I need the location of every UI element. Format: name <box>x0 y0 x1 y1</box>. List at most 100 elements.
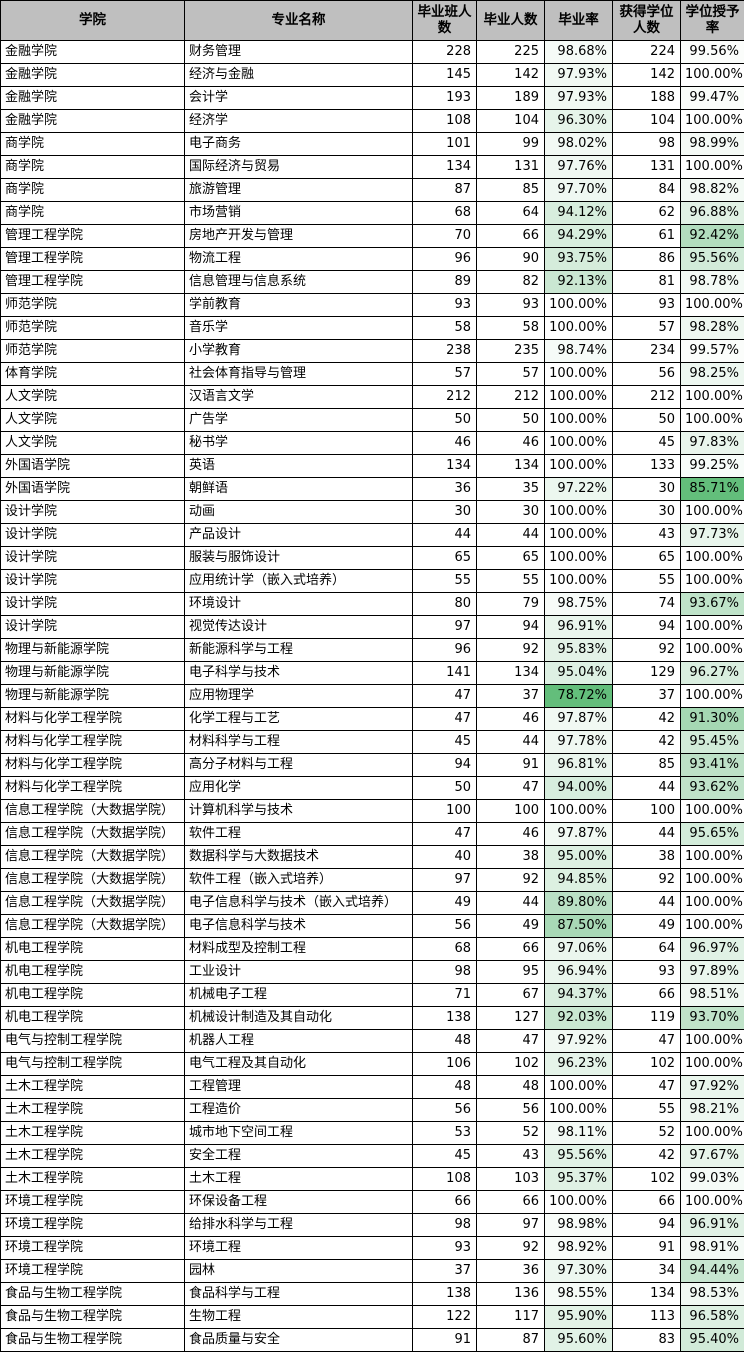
cell-graduation-rate: 96.81% <box>545 754 613 777</box>
cell-degree-count: 45 <box>613 432 681 455</box>
cell-major: 土木工程 <box>185 1168 413 1191</box>
cell-graduate-count: 85 <box>477 179 545 202</box>
cell-degree-award-rate: 100.00% <box>681 409 744 432</box>
cell-degree-award-rate: 100.00% <box>681 1030 744 1053</box>
cell-graduate-count: 134 <box>477 455 545 478</box>
cell-college: 金融学院 <box>1 87 185 110</box>
cell-degree-count: 102 <box>613 1053 681 1076</box>
cell-major: 机器人工程 <box>185 1030 413 1053</box>
cell-graduate-count: 46 <box>477 432 545 455</box>
cell-major: 应用统计学（嵌入式培养） <box>185 570 413 593</box>
cell-college: 土木工程学院 <box>1 1099 185 1122</box>
cell-college: 管理工程学院 <box>1 248 185 271</box>
cell-graduation-rate: 97.76% <box>545 156 613 179</box>
cell-graduating-class-count: 37 <box>413 1260 477 1283</box>
cell-graduating-class-count: 48 <box>413 1030 477 1053</box>
cell-graduating-class-count: 98 <box>413 961 477 984</box>
cell-college: 机电工程学院 <box>1 984 185 1007</box>
cell-degree-count: 224 <box>613 41 681 64</box>
cell-graduation-rate: 94.00% <box>545 777 613 800</box>
cell-major: 环境工程 <box>185 1237 413 1260</box>
cell-college: 金融学院 <box>1 64 185 87</box>
cell-graduating-class-count: 98 <box>413 1214 477 1237</box>
cell-degree-award-rate: 97.83% <box>681 432 744 455</box>
cell-degree-award-rate: 99.03% <box>681 1168 744 1191</box>
cell-degree-count: 134 <box>613 1283 681 1306</box>
cell-graduate-count: 46 <box>477 708 545 731</box>
cell-degree-count: 47 <box>613 1030 681 1053</box>
cell-degree-award-rate: 100.00% <box>681 386 744 409</box>
cell-graduation-rate: 96.91% <box>545 616 613 639</box>
cell-degree-award-rate: 95.65% <box>681 823 744 846</box>
cell-graduation-rate: 95.60% <box>545 1329 613 1352</box>
cell-degree-count: 94 <box>613 1214 681 1237</box>
table-row: 商学院电子商务1019998.02%9898.99% <box>1 133 744 156</box>
cell-graduation-rate: 94.37% <box>545 984 613 1007</box>
table-row: 设计学院服装与服饰设计6565100.00%65100.00% <box>1 547 744 570</box>
cell-college: 土木工程学院 <box>1 1145 185 1168</box>
cell-degree-award-rate: 100.00% <box>681 294 744 317</box>
cell-degree-award-rate: 98.91% <box>681 1237 744 1260</box>
cell-degree-award-rate: 100.00% <box>681 110 744 133</box>
cell-major: 应用化学 <box>185 777 413 800</box>
cell-degree-award-rate: 98.53% <box>681 1283 744 1306</box>
cell-graduate-count: 102 <box>477 1053 545 1076</box>
cell-degree-award-rate: 100.00% <box>681 1122 744 1145</box>
cell-graduating-class-count: 47 <box>413 708 477 731</box>
cell-degree-count: 94 <box>613 616 681 639</box>
cell-graduating-class-count: 94 <box>413 754 477 777</box>
table-row: 管理工程学院物流工程969093.75%8695.56% <box>1 248 744 271</box>
cell-graduating-class-count: 49 <box>413 892 477 915</box>
cell-graduation-rate: 95.90% <box>545 1306 613 1329</box>
graduation-statistics-table: 学院 专业名称 毕业班人数 毕业人数 毕业率 获得学位人数 学位授予率 金融学院… <box>0 0 744 1352</box>
cell-graduation-rate: 97.78% <box>545 731 613 754</box>
cell-graduation-rate: 100.00% <box>545 1099 613 1122</box>
table-row: 金融学院财务管理22822598.68%22499.56% <box>1 41 744 64</box>
cell-graduating-class-count: 100 <box>413 800 477 823</box>
cell-graduating-class-count: 45 <box>413 1145 477 1168</box>
cell-graduate-count: 44 <box>477 731 545 754</box>
cell-major: 服装与服饰设计 <box>185 547 413 570</box>
cell-graduation-rate: 100.00% <box>545 317 613 340</box>
cell-degree-count: 34 <box>613 1260 681 1283</box>
table-row: 物理与新能源学院应用物理学473778.72%37100.00% <box>1 685 744 708</box>
cell-graduation-rate: 94.12% <box>545 202 613 225</box>
cell-degree-count: 55 <box>613 1099 681 1122</box>
cell-graduate-count: 94 <box>477 616 545 639</box>
cell-graduating-class-count: 56 <box>413 915 477 938</box>
cell-graduate-count: 142 <box>477 64 545 87</box>
cell-degree-award-rate: 100.00% <box>681 570 744 593</box>
cell-degree-count: 47 <box>613 1076 681 1099</box>
table-row: 人文学院广告学5050100.00%50100.00% <box>1 409 744 432</box>
cell-graduate-count: 134 <box>477 662 545 685</box>
cell-degree-count: 86 <box>613 248 681 271</box>
cell-college: 环境工程学院 <box>1 1260 185 1283</box>
cell-major: 物流工程 <box>185 248 413 271</box>
cell-graduation-rate: 97.92% <box>545 1030 613 1053</box>
cell-major: 秘书学 <box>185 432 413 455</box>
cell-graduating-class-count: 96 <box>413 639 477 662</box>
cell-major: 经济学 <box>185 110 413 133</box>
cell-degree-award-rate: 98.28% <box>681 317 744 340</box>
cell-degree-count: 64 <box>613 938 681 961</box>
cell-college: 外国语学院 <box>1 455 185 478</box>
cell-college: 食品与生物工程学院 <box>1 1329 185 1352</box>
column-header-major: 专业名称 <box>185 1 413 41</box>
cell-college: 金融学院 <box>1 110 185 133</box>
cell-degree-count: 56 <box>613 363 681 386</box>
table-row: 金融学院会计学19318997.93%18899.47% <box>1 87 744 110</box>
cell-graduate-count: 58 <box>477 317 545 340</box>
cell-graduating-class-count: 108 <box>413 110 477 133</box>
cell-graduating-class-count: 30 <box>413 501 477 524</box>
cell-graduation-rate: 100.00% <box>545 524 613 547</box>
cell-degree-award-rate: 96.58% <box>681 1306 744 1329</box>
cell-college: 设计学院 <box>1 593 185 616</box>
cell-graduating-class-count: 96 <box>413 248 477 271</box>
cell-graduation-rate: 97.87% <box>545 823 613 846</box>
cell-graduate-count: 91 <box>477 754 545 777</box>
cell-college: 土木工程学院 <box>1 1076 185 1099</box>
cell-degree-award-rate: 93.67% <box>681 593 744 616</box>
cell-degree-award-rate: 95.40% <box>681 1329 744 1352</box>
cell-graduating-class-count: 97 <box>413 869 477 892</box>
cell-graduation-rate: 100.00% <box>545 386 613 409</box>
